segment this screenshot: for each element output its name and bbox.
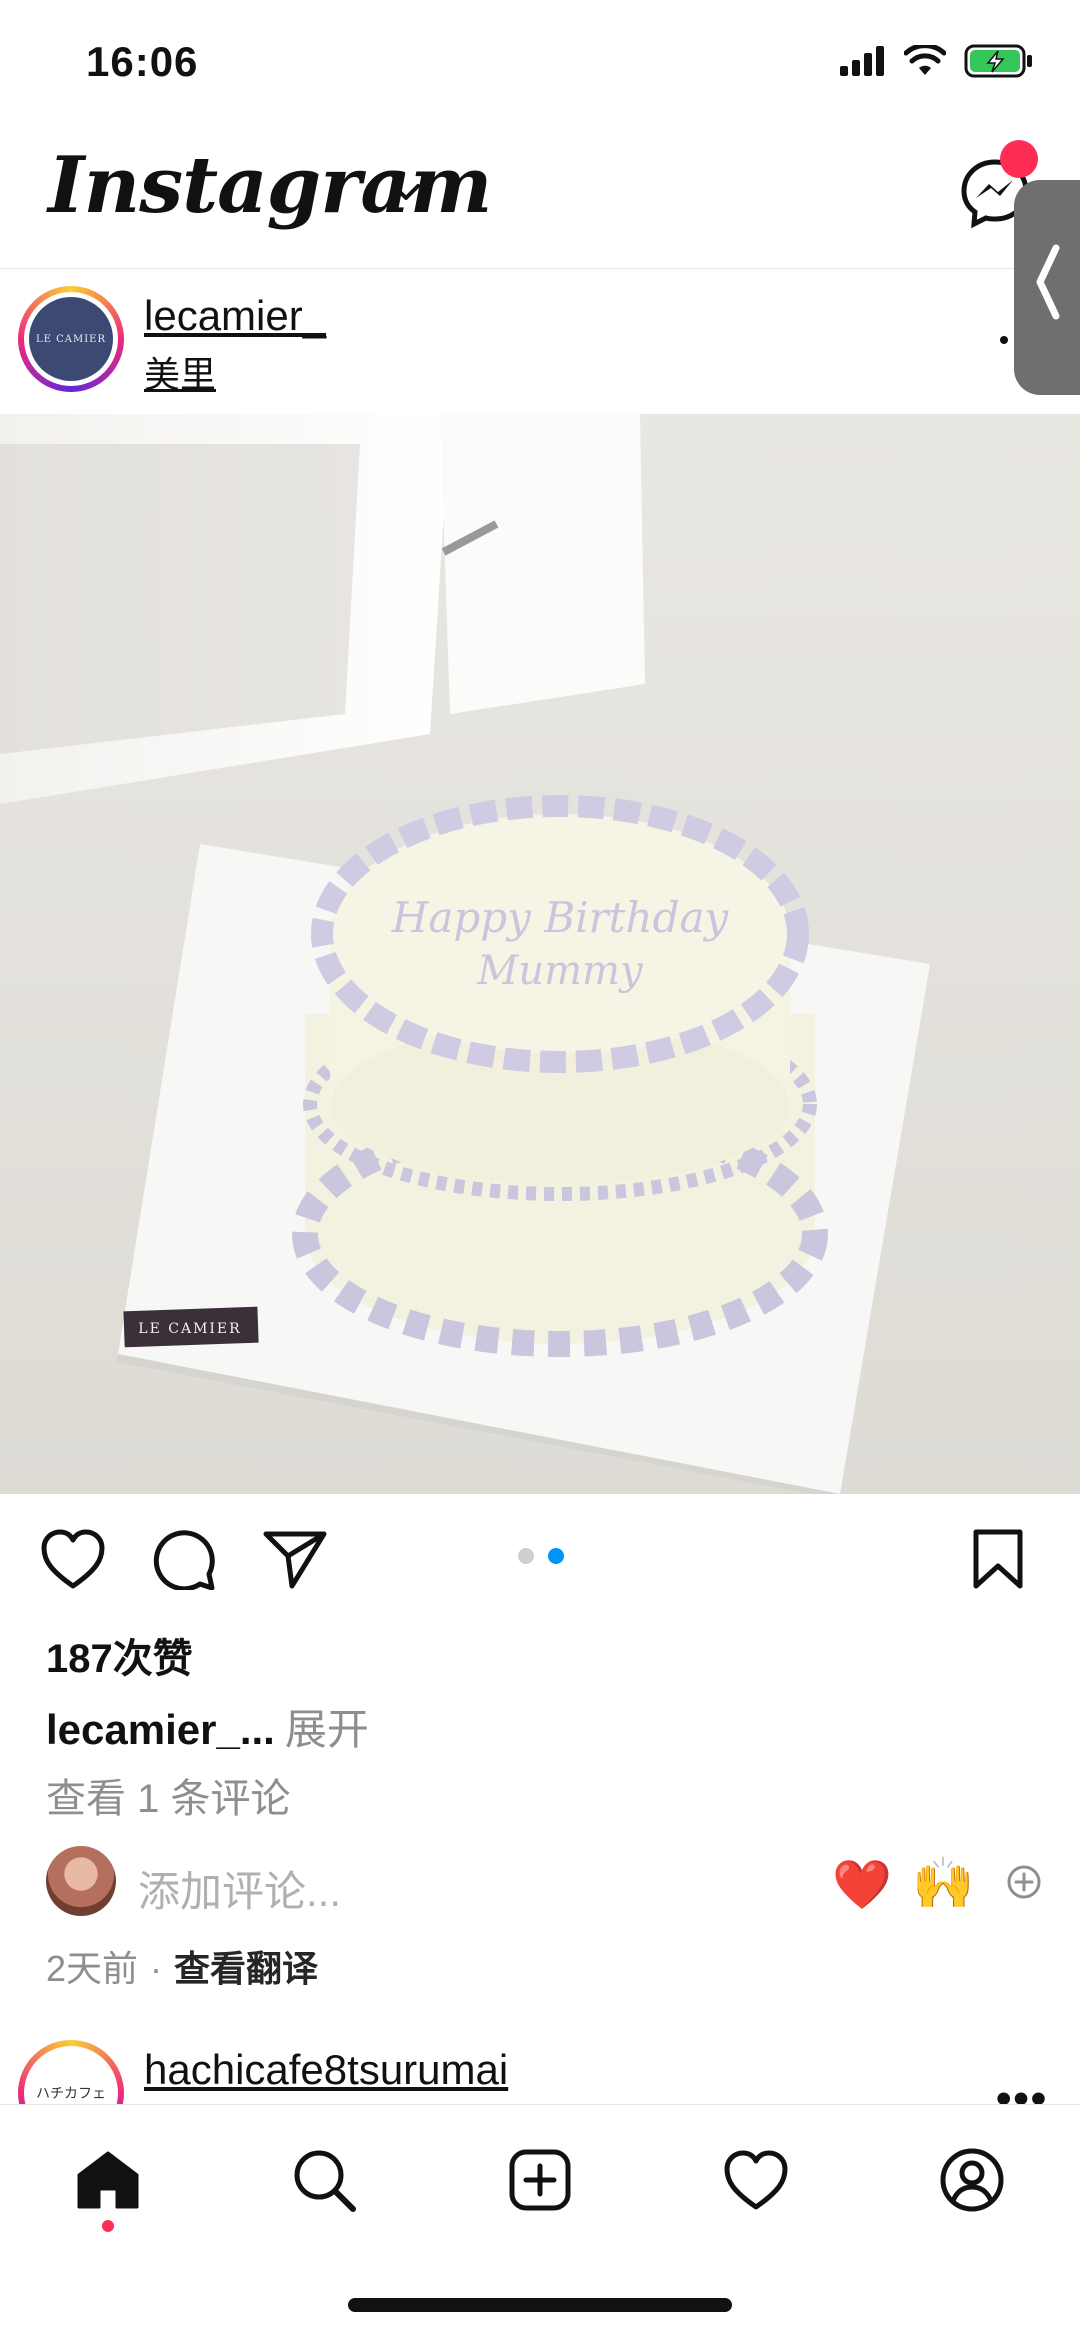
post-image[interactable]: LE CAMIER Happy Birthday Mummy — [0, 414, 1080, 1494]
post-caption[interactable]: lecamier_... 展开 — [46, 1696, 369, 1757]
carousel-dot — [518, 1548, 534, 1564]
like-heart-icon[interactable] — [40, 1528, 106, 1590]
nav-search[interactable] — [284, 2140, 364, 2220]
post-location[interactable]: 美里 — [144, 346, 216, 398]
battery-charging-icon — [964, 44, 1032, 78]
activity-heart-icon — [724, 2150, 788, 2210]
nav-profile[interactable] — [932, 2140, 1012, 2220]
see-translation-link[interactable]: 查看翻译 — [174, 1948, 318, 1989]
caption-expand[interactable]: 展开 — [285, 1706, 369, 1753]
add-emoji-icon[interactable] — [1006, 1864, 1042, 1900]
post-time: 2天前 — [46, 1948, 139, 1989]
signal-icon — [840, 46, 884, 76]
chevron-down-icon[interactable] — [390, 180, 422, 204]
cake-text-2: Mummy — [476, 948, 644, 994]
board-label: LE CAMIER — [138, 1321, 241, 1337]
wifi-icon — [904, 45, 946, 75]
profile-icon — [940, 2148, 1004, 2212]
search-icon — [294, 2150, 356, 2212]
nav-create[interactable] — [500, 2140, 580, 2220]
caption-username[interactable]: lecamier_... — [46, 1706, 275, 1753]
comment-icon[interactable] — [152, 1528, 216, 1590]
current-user-avatar — [46, 1846, 116, 1916]
nav-activity[interactable] — [716, 2140, 796, 2220]
notification-badge — [1000, 140, 1038, 178]
like-count[interactable]: 187次赞 — [46, 1626, 193, 1684]
more-options-icon[interactable] — [1000, 336, 1008, 344]
meta-separator: · — [150, 1948, 163, 1989]
view-comments-link[interactable]: 查看 1 条评论 — [46, 1766, 290, 1824]
quick-reaction-raised-hands[interactable]: 🙌 — [912, 1854, 974, 1913]
quick-reaction-heart[interactable]: ❤️ — [832, 1856, 892, 1913]
home-activity-dot — [102, 2220, 114, 2232]
post-author-avatar[interactable]: LE CAMIER — [18, 286, 124, 392]
side-panel-handle[interactable] — [1014, 180, 1080, 395]
home-icon — [77, 2151, 139, 2209]
cake-text-1: Happy Birthday — [391, 893, 730, 942]
add-comment-input[interactable]: 添加评论... — [138, 1858, 341, 1919]
nav-home[interactable] — [68, 2140, 148, 2220]
home-indicator — [348, 2298, 732, 2312]
create-icon — [509, 2149, 571, 2211]
avatar-logo-text: LE CAMIER — [29, 297, 113, 381]
instagram-logo[interactable]: Instagram — [48, 140, 492, 231]
carousel-dot-active — [548, 1548, 564, 1564]
status-time: 16:06 — [86, 38, 199, 85]
bookmark-icon[interactable] — [970, 1528, 1026, 1590]
status-icons — [840, 44, 1034, 78]
carousel-indicator — [518, 1548, 564, 1564]
cake-photo: LE CAMIER Happy Birthday Mummy — [0, 414, 1080, 1494]
post-username[interactable]: lecamier_ — [144, 292, 326, 340]
share-icon[interactable] — [262, 1528, 328, 1590]
next-post-username[interactable]: hachicafe8tsurumai — [144, 2046, 508, 2094]
post-meta: 2天前 · 查看翻译 — [46, 1940, 318, 1992]
chevron-left-icon — [1036, 244, 1060, 320]
